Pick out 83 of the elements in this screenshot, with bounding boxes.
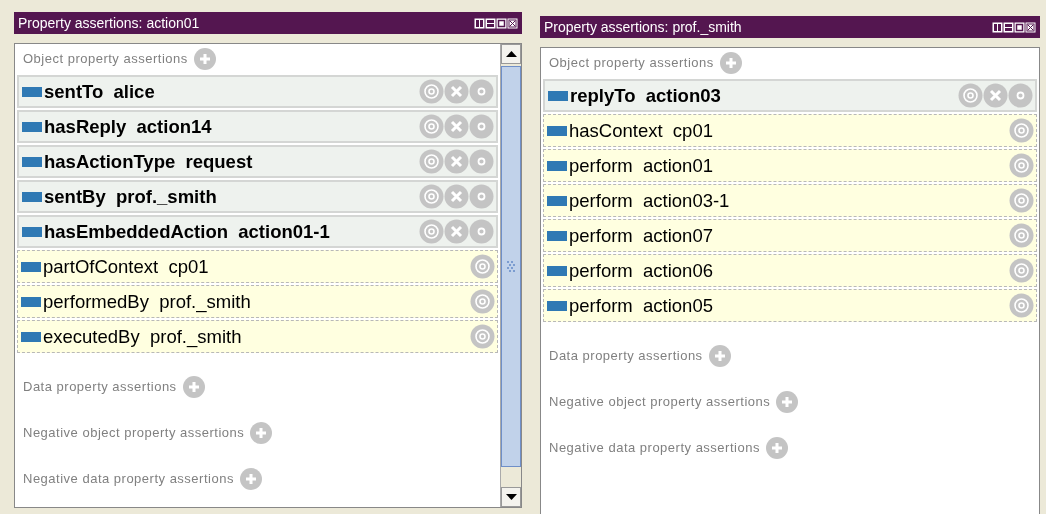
assertion-row[interactable]: sentTo alice [17,75,498,108]
columns-button[interactable] [992,21,1003,33]
assertion-text: replyTo action03 [570,83,721,108]
property-icon [547,300,567,311]
circle-button[interactable] [469,184,494,209]
assertion-text: sentTo alice [44,79,155,104]
property-icon [21,261,41,272]
columns-button[interactable] [474,17,485,29]
inferred-row[interactable]: partOfContext cp01 [17,250,498,283]
inferred-row[interactable]: perform action01 [543,149,1037,182]
assertion-text: hasReply action14 [44,114,212,139]
scroll-thumb[interactable] [501,66,521,467]
add-button[interactable] [250,422,273,444]
property-icon [21,331,41,342]
assertion-text: hasActionType request [44,149,253,174]
property-icon [548,90,568,101]
property-icon [22,156,42,167]
property-icon [22,191,42,202]
assertion-row[interactable]: sentBy prof._smith [17,180,498,213]
circle-button[interactable] [469,219,494,244]
assertion-text: sentBy prof._smith [44,184,217,209]
add-button[interactable] [765,437,788,459]
maximize-button[interactable] [1014,21,1025,33]
assertion-row[interactable]: hasEmbeddedAction action01-1 [17,215,498,248]
add-button[interactable] [239,468,262,490]
property-icon [547,265,567,276]
add-button[interactable] [708,345,731,367]
inferred-row[interactable]: perform action05 [543,289,1037,322]
circle-button[interactable] [469,79,494,104]
property-icon [547,195,567,206]
assertion-text: hasContext cp01 [569,118,713,143]
caret-up-icon [505,51,517,57]
assertion-row[interactable]: replyTo action03 [543,79,1037,112]
property-icon [22,226,42,237]
circle-button[interactable] [1008,83,1033,108]
inferred-row[interactable]: perform action03-1 [543,184,1037,217]
add-button[interactable] [719,52,742,74]
panel-title: Property assertions: prof._smith [544,17,742,37]
assertion-text: perform action07 [569,223,713,248]
inferred-row[interactable]: perform action07 [543,219,1037,252]
assertion-text: performedBy prof._smith [43,289,251,315]
assertion-text: perform action05 [569,293,713,318]
caret-down-icon [505,494,517,500]
section-label: Data property assertions [23,378,177,397]
section-label: Negative data property assertions [23,470,234,489]
inferred-row[interactable]: performedBy prof._smith [17,285,498,318]
circle-button[interactable] [469,114,494,139]
add-button[interactable] [776,391,799,413]
close-button[interactable] [1025,21,1036,33]
maximize-button[interactable] [496,17,507,29]
assertion-text: hasEmbeddedAction action01-1 [44,219,330,244]
scroll-up-button[interactable] [501,44,521,64]
property-icon [547,160,567,171]
section-label: Negative object property assertions [549,393,771,412]
assertion-text: partOfContext cp01 [43,254,209,279]
property-icon [21,296,41,307]
assertion-row[interactable]: hasReply action14 [17,110,498,143]
panel-title: Property assertions: action01 [18,13,200,33]
assertion-text: perform action01 [569,153,713,178]
inferred-row[interactable]: executedBy prof._smith [17,320,498,353]
property-icon [22,86,42,97]
property-icon [547,230,567,241]
property-icon [22,121,42,132]
rows-button[interactable] [485,17,496,29]
close-button[interactable] [507,17,518,29]
scroll-down-button[interactable] [501,487,521,507]
section-label: Data property assertions [549,347,703,366]
section-label: Object property assertions [549,54,714,73]
inferred-row[interactable]: perform action06 [543,254,1037,287]
section-label: Object property assertions [23,50,188,69]
circle-button[interactable] [469,149,494,174]
rows-button[interactable] [1003,21,1014,33]
assertion-text: perform action06 [569,258,713,283]
add-button[interactable] [193,48,216,70]
assertion-text: executedBy prof._smith [43,324,242,350]
inferred-row[interactable]: hasContext cp01 [543,114,1037,147]
section-label: Negative data property assertions [549,439,760,458]
assertion-text: perform action03-1 [569,188,730,213]
assertion-row[interactable]: hasActionType request [17,145,498,178]
section-label: Negative object property assertions [23,424,245,443]
grip-icon [506,259,516,274]
add-button[interactable] [182,376,205,398]
property-icon [547,125,567,136]
